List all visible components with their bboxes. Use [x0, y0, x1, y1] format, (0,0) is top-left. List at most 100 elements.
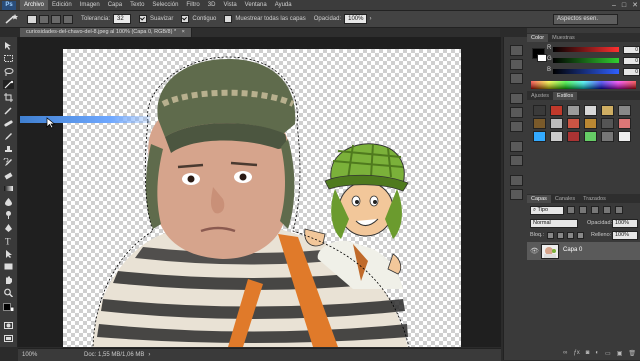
character-panel-icon[interactable] — [510, 93, 523, 104]
zoom-tool[interactable] — [3, 288, 14, 298]
type-filter-icon[interactable] — [591, 206, 599, 214]
chevron-right-icon[interactable]: › — [369, 16, 371, 22]
eye-icon[interactable]: 👁 — [530, 247, 539, 255]
adjustment-layer-icon[interactable]: ◐ — [595, 350, 599, 360]
intersect-selection-icon[interactable] — [63, 14, 73, 24]
layer-row[interactable]: 👁 Capa 0 — [527, 242, 640, 260]
tab-color[interactable]: Color — [527, 34, 549, 42]
move-tool[interactable] — [3, 41, 14, 50]
color-spectrum-bar[interactable] — [531, 81, 636, 89]
menu-item-3[interactable]: Capa — [104, 0, 126, 10]
style-preset[interactable] — [618, 118, 631, 129]
path-selection-tool[interactable] — [3, 249, 14, 258]
dodge-tool[interactable] — [3, 210, 14, 219]
hand-tool[interactable] — [3, 275, 14, 284]
layer-name[interactable]: Capa 0 — [563, 247, 582, 253]
magic-wand-tool-preset[interactable] — [3, 13, 19, 25]
layer-opacity-input[interactable]: 100% — [612, 219, 638, 228]
style-preset[interactable] — [533, 105, 546, 116]
pen-tool[interactable] — [3, 223, 14, 232]
marquee-tool[interactable] — [3, 54, 14, 63]
clone-source-panel-icon[interactable] — [510, 155, 523, 166]
style-preset[interactable] — [567, 118, 580, 129]
zoom-level[interactable]: 100% — [18, 352, 54, 358]
style-preset[interactable] — [550, 105, 563, 116]
menu-item-1[interactable]: Edición — [48, 0, 76, 10]
menu-item-5[interactable]: Selección — [148, 0, 182, 10]
document-canvas[interactable] — [63, 49, 461, 347]
style-preset[interactable] — [567, 105, 580, 116]
style-preset[interactable] — [601, 118, 614, 129]
lock-pixels-icon[interactable] — [557, 232, 564, 239]
channel-g-value[interactable]: 0 — [623, 57, 640, 65]
maximize-button[interactable]: □ — [622, 2, 626, 9]
new-selection-icon[interactable] — [27, 14, 37, 24]
style-preset[interactable] — [533, 131, 546, 142]
tab-channels[interactable]: Canales — [551, 195, 579, 203]
menu-item-6[interactable]: Filtro — [182, 0, 203, 10]
history-brush-tool[interactable] — [3, 157, 14, 167]
menu-item-10[interactable]: Ayuda — [271, 0, 296, 10]
tolerance-input[interactable]: 32 — [113, 14, 132, 24]
menu-item-9[interactable]: Ventana — [241, 0, 271, 10]
tab-close-icon[interactable]: × — [182, 29, 185, 35]
style-preset[interactable] — [550, 118, 563, 129]
sample-all-checkbox[interactable] — [224, 15, 233, 23]
sample-all-group[interactable]: Muestrear todas las capas — [224, 15, 306, 23]
style-preset[interactable] — [601, 105, 614, 116]
lock-transparent-icon[interactable] — [547, 232, 554, 239]
menu-item-7[interactable]: 3D — [204, 0, 220, 10]
navigator-panel-icon[interactable] — [510, 189, 523, 200]
channel-b-value[interactable]: 0 — [623, 68, 640, 76]
layer-kind-filter[interactable]: ⌕ Tipo — [530, 206, 564, 215]
channel-r-value[interactable]: 0 — [623, 46, 640, 54]
trash-icon[interactable]: 🗑 — [628, 350, 636, 360]
workspace-switcher[interactable]: Aspectos esen. — [553, 14, 618, 25]
style-preset[interactable] — [618, 105, 631, 116]
eyedropper-tool[interactable] — [3, 106, 14, 115]
crop-tool[interactable] — [3, 93, 14, 102]
lock-all-icon[interactable] — [577, 232, 584, 239]
menu-item-0[interactable]: Archivo — [20, 0, 49, 10]
screen-mode-button[interactable] — [3, 334, 14, 343]
style-preset[interactable] — [584, 118, 597, 129]
link-layers-icon[interactable]: ∞ — [563, 350, 567, 360]
shape-filter-icon[interactable] — [603, 206, 611, 214]
style-preset[interactable] — [601, 131, 614, 142]
clone-stamp-tool[interactable] — [3, 145, 14, 154]
menu-item-8[interactable]: Vista — [219, 0, 240, 10]
menu-item-2[interactable]: Imagen — [76, 0, 104, 10]
brush-tool[interactable] — [3, 132, 14, 141]
tool-presets-panel-icon[interactable] — [510, 141, 523, 152]
eraser-tool[interactable] — [3, 171, 14, 180]
layer-mask-icon[interactable]: ◙ — [586, 350, 590, 360]
properties-panel-icon[interactable] — [510, 59, 523, 70]
new-group-icon[interactable]: ▭ — [605, 350, 611, 360]
color-swatches[interactable] — [3, 302, 15, 316]
tab-layers[interactable]: Capas — [527, 195, 551, 203]
menu-item-4[interactable]: Texto — [126, 0, 148, 10]
healing-brush-tool[interactable] — [3, 119, 14, 128]
antialias-checkbox[interactable] — [139, 15, 148, 23]
lock-position-icon[interactable] — [567, 232, 574, 239]
background-color-swatch[interactable] — [537, 54, 547, 62]
smart-object-filter-icon[interactable] — [615, 206, 623, 214]
style-preset[interactable] — [584, 131, 597, 142]
pixel-filter-icon[interactable] — [567, 206, 575, 214]
tab-swatches[interactable]: Muestras — [548, 34, 579, 42]
shape-tool[interactable] — [3, 262, 14, 271]
layer-style-icon[interactable]: ƒx — [573, 350, 579, 360]
style-preset[interactable] — [567, 131, 580, 142]
fill-input[interactable]: 100% — [612, 231, 638, 240]
lasso-tool[interactable] — [3, 67, 14, 76]
paragraph-panel-icon[interactable] — [510, 107, 523, 118]
new-layer-icon[interactable]: ▣ — [617, 350, 623, 360]
contiguous-group[interactable]: Contiguo — [181, 15, 216, 23]
document-tab[interactable]: curiosidades-del-chavo-del-8.jpeg al 100… — [20, 28, 192, 37]
style-preset[interactable] — [584, 105, 597, 116]
info-panel-icon[interactable] — [510, 73, 523, 84]
antialias-group[interactable]: Suavizar — [139, 15, 173, 23]
actions-panel-icon[interactable] — [510, 175, 523, 186]
quick-mask-button[interactable] — [3, 321, 14, 330]
magic-wand-tool[interactable] — [3, 80, 14, 89]
